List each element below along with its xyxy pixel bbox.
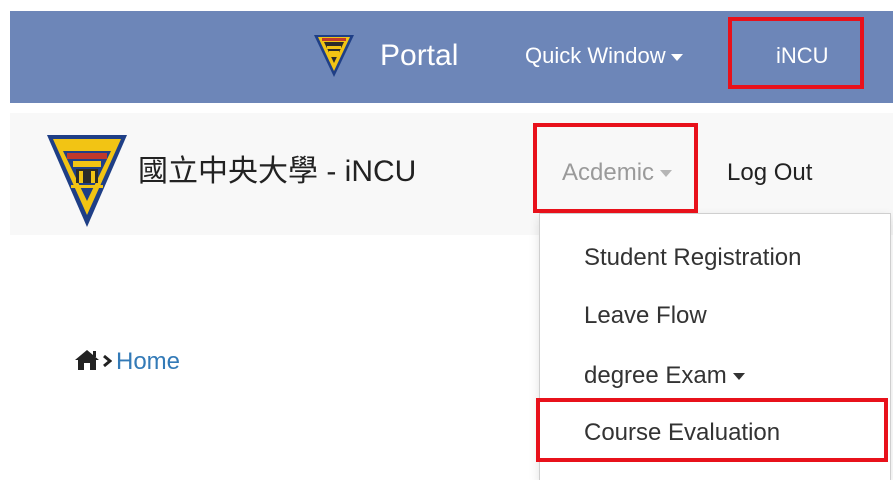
- chevron-right-icon: [103, 354, 112, 368]
- breadcrumb-home-link[interactable]: Home: [116, 348, 180, 375]
- menu-item-degree-exam[interactable]: degree Exam: [584, 361, 745, 391]
- menu-item-student-registration[interactable]: Student Registration: [584, 243, 801, 273]
- menu-item-leave-flow[interactable]: Leave Flow: [584, 301, 707, 331]
- highlight-box-acdemic: [533, 123, 698, 213]
- quick-window-label: Quick Window: [525, 43, 666, 68]
- portal-link[interactable]: Portal: [380, 38, 458, 74]
- ncu-emblem-icon[interactable]: [312, 29, 356, 79]
- quick-window-menu[interactable]: Quick Window: [525, 42, 683, 70]
- breadcrumb: Home: [74, 347, 180, 377]
- caret-down-icon: [732, 373, 745, 381]
- caret-down-icon: [670, 53, 683, 61]
- logout-link[interactable]: Log Out: [727, 158, 812, 188]
- site-brand[interactable]: 國立中央大學 - iNCU: [138, 154, 416, 190]
- highlight-box-course-evaluation: [536, 398, 888, 462]
- home-icon: [75, 350, 99, 370]
- degree-exam-label: degree Exam: [584, 362, 727, 389]
- highlight-box-incu: [728, 17, 864, 89]
- ncu-emblem-icon[interactable]: [45, 131, 129, 229]
